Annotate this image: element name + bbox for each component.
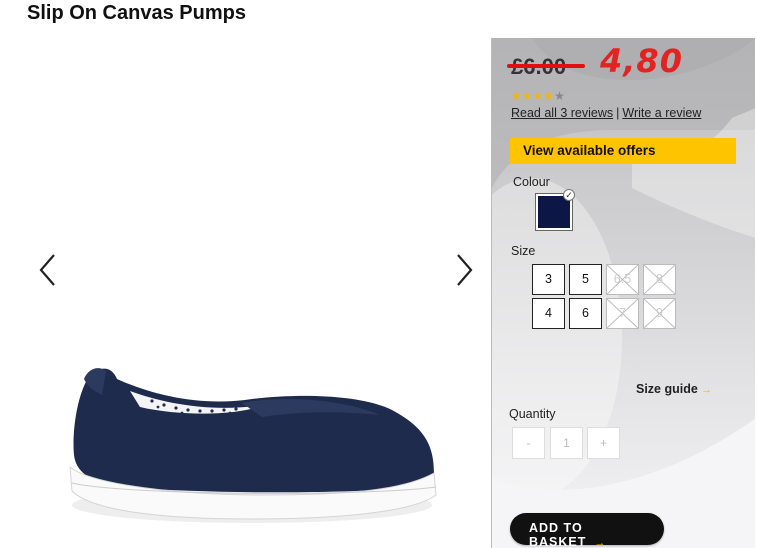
size-label-text: 9 bbox=[656, 306, 663, 320]
write-review-link[interactable]: Write a review bbox=[622, 106, 701, 120]
half-star-icon: ★ bbox=[543, 89, 555, 103]
view-offers-button[interactable]: View available offers bbox=[510, 138, 736, 164]
size-option-5[interactable]: 5 bbox=[569, 264, 602, 295]
size-label: Size bbox=[511, 244, 536, 258]
size-label-text: 6.5 bbox=[613, 272, 632, 286]
size-option-6[interactable]: 6 bbox=[569, 298, 602, 329]
colour-label: Colour bbox=[513, 175, 550, 189]
product-title: Slip On Canvas Pumps bbox=[27, 2, 246, 24]
star-icon: ★ bbox=[521, 89, 533, 103]
gallery-prev-button[interactable] bbox=[36, 252, 58, 288]
review-separator: | bbox=[616, 106, 620, 120]
size-label-text: 8 bbox=[656, 272, 663, 286]
price-strikethrough bbox=[507, 64, 585, 68]
quantity-decrease-button[interactable]: - bbox=[512, 427, 545, 459]
star-icon: ★ bbox=[511, 89, 522, 103]
size-option-9-unavailable: 9 bbox=[643, 298, 676, 329]
size-guide-label: Size guide bbox=[636, 382, 698, 396]
size-option-4[interactable]: 4 bbox=[532, 298, 565, 329]
review-links: Read all 3 reviews | Write a review bbox=[511, 106, 701, 120]
size-option-3[interactable]: 3 bbox=[532, 264, 565, 295]
star-icon: ★ bbox=[532, 89, 544, 103]
quantity-label: Quantity bbox=[509, 407, 556, 421]
new-price: 4,80 bbox=[600, 42, 683, 80]
size-option-7-unavailable: 7 bbox=[606, 298, 639, 329]
size-option-6-5-unavailable: 6.5 bbox=[606, 264, 639, 295]
star-empty-icon: ★ bbox=[554, 89, 565, 103]
add-to-basket-label: ADD TO BASKET bbox=[529, 521, 587, 548]
quantity-increase-button[interactable]: + bbox=[587, 427, 620, 459]
quantity-input[interactable]: 1 bbox=[550, 427, 583, 459]
size-option-8-unavailable: 8 bbox=[643, 264, 676, 295]
checkmark-icon: ✓ bbox=[563, 189, 575, 201]
gallery-next-button[interactable] bbox=[454, 252, 476, 288]
size-label-text: 7 bbox=[619, 306, 626, 320]
arrow-right-icon: → bbox=[700, 384, 712, 396]
arrow-right-icon: → bbox=[594, 537, 607, 548]
size-guide-link[interactable]: Size guide → bbox=[636, 382, 712, 396]
read-reviews-link[interactable]: Read all 3 reviews bbox=[511, 106, 613, 120]
product-image bbox=[69, 368, 437, 523]
rating-stars: ★★★★★ bbox=[511, 90, 565, 102]
chevron-right-icon bbox=[457, 254, 473, 286]
chevron-left-icon bbox=[39, 254, 55, 286]
add-to-basket-button[interactable]: ADD TO BASKET → bbox=[510, 513, 664, 548]
